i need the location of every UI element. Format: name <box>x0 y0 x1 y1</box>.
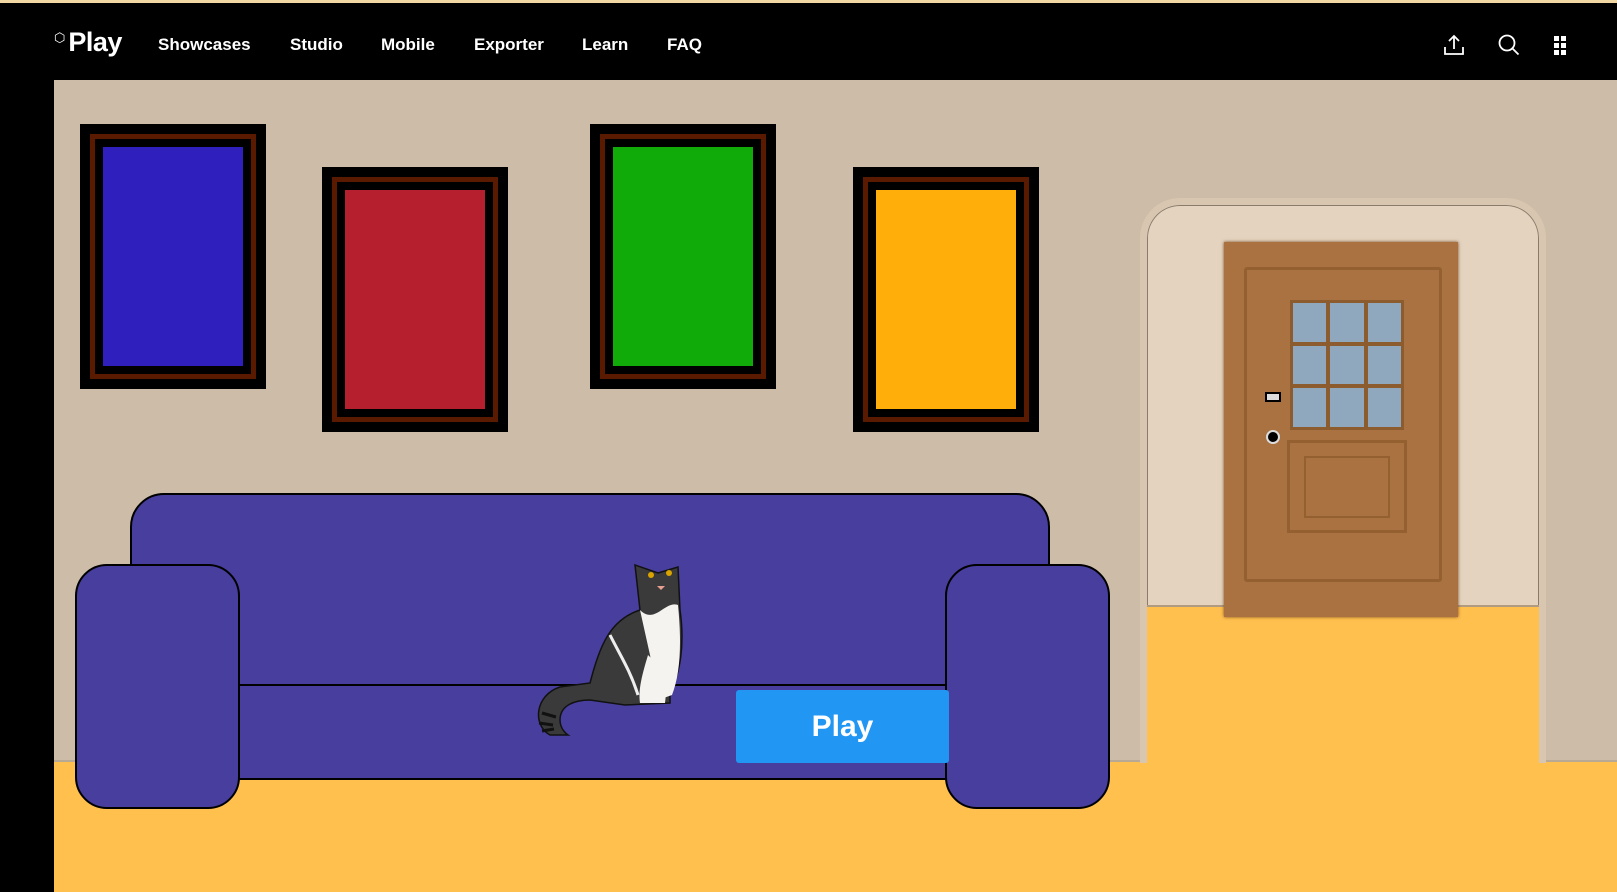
nav-studio[interactable]: Studio <box>290 35 343 55</box>
game-canvas[interactable]: Play <box>54 80 1617 892</box>
painting-red[interactable] <box>322 167 508 432</box>
door-window <box>1290 300 1404 430</box>
apps-grid-icon[interactable] <box>1553 33 1577 57</box>
nav-faq[interactable]: FAQ <box>667 35 702 55</box>
door-lock[interactable] <box>1265 392 1281 402</box>
painting-canvas <box>345 190 485 409</box>
logo-text: Play <box>68 27 122 57</box>
cat[interactable] <box>530 535 700 745</box>
door[interactable] <box>1224 242 1458 617</box>
cube-icon: ⬡ <box>54 30 66 45</box>
sofa-armrest-right <box>945 564 1110 809</box>
sofa-armrest-left <box>75 564 240 809</box>
share-icon[interactable] <box>1442 33 1466 57</box>
painting-canvas <box>876 190 1016 409</box>
play-button[interactable]: Play <box>736 690 949 763</box>
door-panel <box>1287 440 1407 533</box>
nav-mobile[interactable]: Mobile <box>381 35 435 55</box>
hallway-floor <box>1147 605 1539 765</box>
painting-canvas <box>103 147 243 366</box>
painting-green[interactable] <box>590 124 776 389</box>
painting-canvas <box>613 147 753 366</box>
search-icon[interactable] <box>1497 33 1521 57</box>
door-knob[interactable] <box>1266 430 1280 444</box>
painting-blue[interactable] <box>80 124 266 389</box>
logo[interactable]: ⬡ Play <box>54 27 122 58</box>
nav-exporter[interactable]: Exporter <box>474 35 544 55</box>
nav-learn[interactable]: Learn <box>582 35 628 55</box>
nav-showcases[interactable]: Showcases <box>158 35 251 55</box>
navbar: ⬡ Play Showcases Studio Mobile Exporter … <box>0 3 1617 80</box>
painting-orange[interactable] <box>853 167 1039 432</box>
